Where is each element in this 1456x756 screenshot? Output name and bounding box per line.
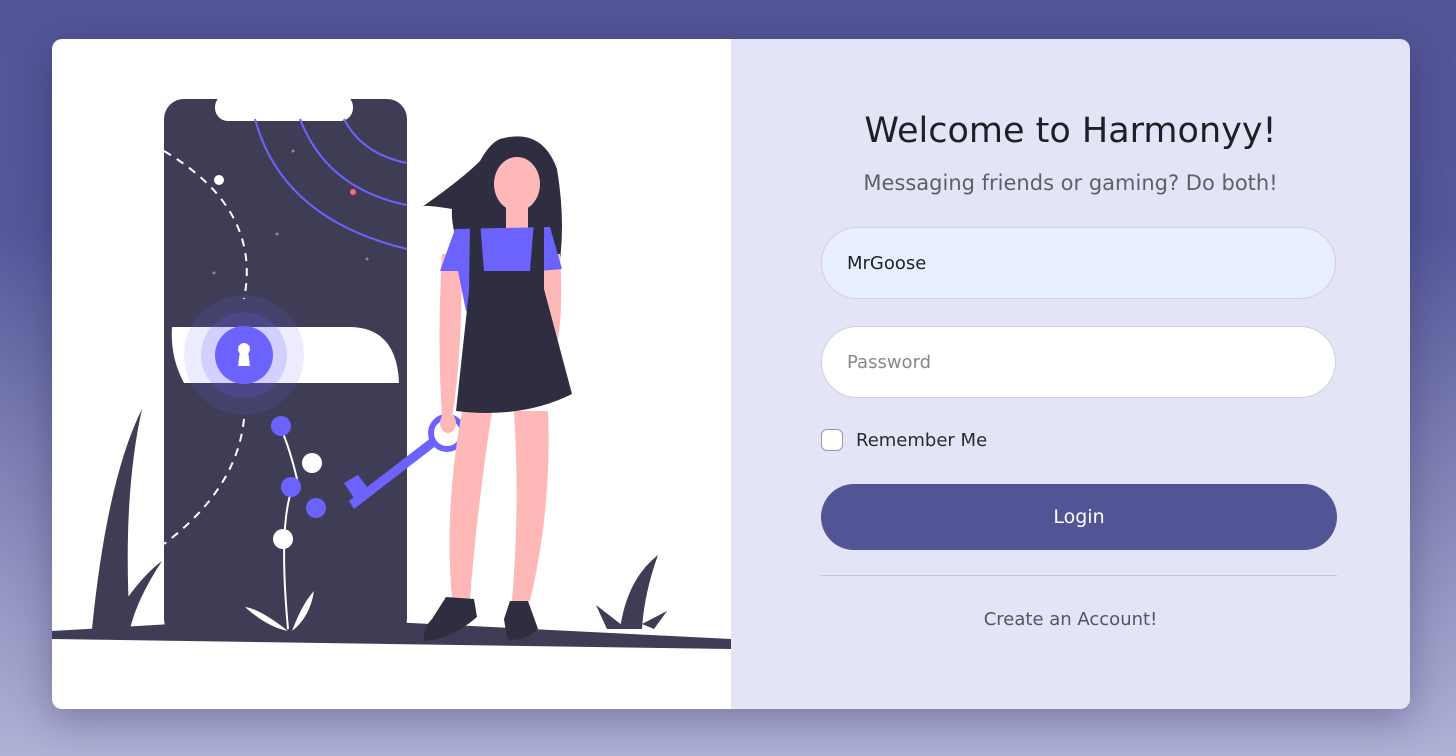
page-title: Welcome to Harmonyy! <box>864 111 1277 151</box>
password-input[interactable] <box>821 326 1336 398</box>
illustration-panel <box>52 39 731 709</box>
remember-me-label[interactable]: Remember Me <box>856 430 987 451</box>
login-form-panel: Welcome to Harmonyy! Messaging friends o… <box>731 39 1410 709</box>
login-card: Welcome to Harmonyy! Messaging friends o… <box>52 39 1410 709</box>
login-button[interactable]: Login <box>821 484 1337 550</box>
page-subtitle: Messaging friends or gaming? Do both! <box>863 171 1278 195</box>
remember-me-checkbox[interactable] <box>821 429 843 451</box>
create-account-link[interactable]: Create an Account! <box>731 609 1410 630</box>
remember-me-row[interactable]: Remember Me <box>821 429 987 451</box>
username-input[interactable] <box>821 227 1336 299</box>
divider <box>821 575 1337 576</box>
security-illustration <box>52 94 731 649</box>
